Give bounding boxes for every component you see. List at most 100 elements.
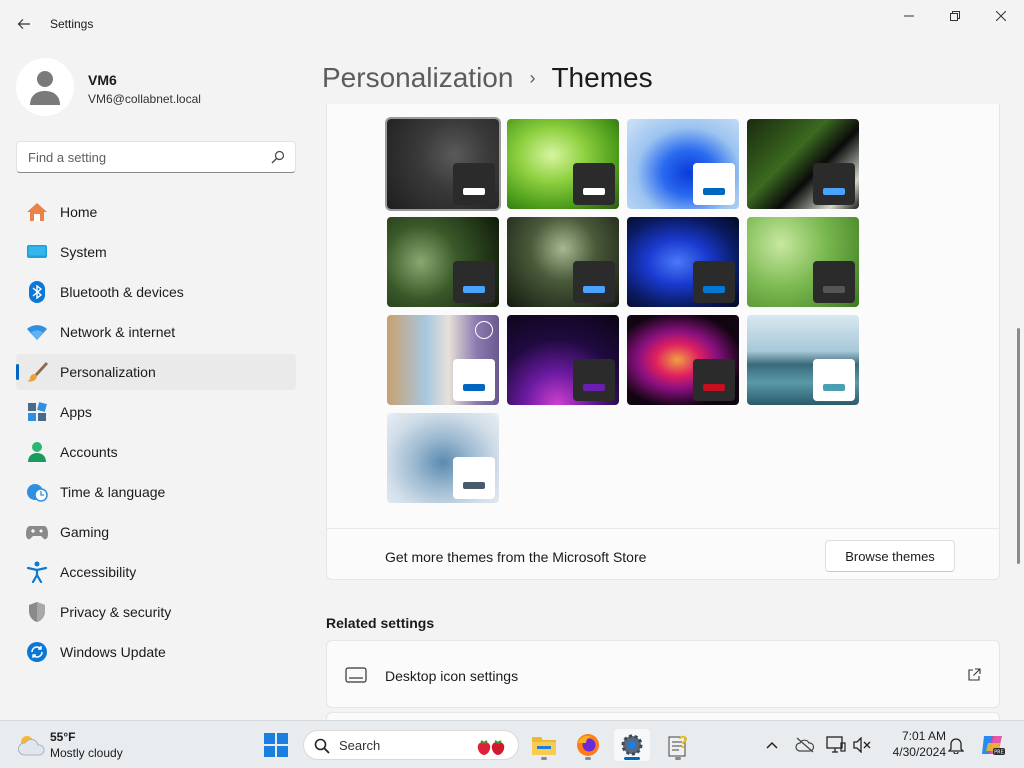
theme-tile-green-dark-curve[interactable] xyxy=(747,119,859,209)
sidebar-item-time-language[interactable]: Time & language xyxy=(16,474,296,510)
sidebar-item-bluetooth[interactable]: Bluetooth & devices xyxy=(16,274,296,310)
theme-preview-badge xyxy=(573,261,615,303)
accessibility-icon xyxy=(26,561,48,583)
title-bar: Settings xyxy=(0,0,1024,48)
sidebar-item-system[interactable]: System xyxy=(16,234,296,270)
sidebar-item-apps[interactable]: Apps xyxy=(16,394,296,430)
theme-tile-captured-motion[interactable] xyxy=(627,315,739,405)
sidebar-item-label: Bluetooth & devices xyxy=(60,284,184,300)
wifi-icon xyxy=(26,321,48,343)
restore-icon xyxy=(950,11,960,21)
taskbar-tips[interactable] xyxy=(660,729,696,761)
sidebar-item-network[interactable]: Network & internet xyxy=(16,314,296,350)
gamepad-icon xyxy=(26,521,48,543)
breadcrumb-parent[interactable]: Personalization xyxy=(322,62,513,94)
running-indicator xyxy=(624,757,640,760)
restore-button[interactable] xyxy=(932,0,978,32)
firefox-icon xyxy=(577,734,599,756)
theme-preview-badge xyxy=(813,261,855,303)
onedrive-tray[interactable] xyxy=(795,735,815,755)
strawberry-icon xyxy=(477,740,505,755)
theme-tile-sunrise-lake[interactable] xyxy=(747,315,859,405)
theme-tile-green-rays[interactable] xyxy=(507,119,619,209)
minimize-icon xyxy=(904,15,914,17)
taskbar-clock[interactable]: 7:01 AM 4/30/2024 xyxy=(880,729,946,759)
sidebar-item-label: Apps xyxy=(60,404,92,420)
taskbar-firefox[interactable] xyxy=(570,729,606,761)
sidebar-item-label: Privacy & security xyxy=(60,604,172,620)
browse-themes-button[interactable]: Browse themes xyxy=(825,540,955,572)
notifications-button[interactable] xyxy=(946,735,966,755)
taskbar-search[interactable]: Search xyxy=(303,730,519,760)
start-button[interactable] xyxy=(258,729,294,761)
app-title: Settings xyxy=(50,17,94,31)
clock-date: 4/30/2024 xyxy=(892,745,946,759)
back-button[interactable] xyxy=(8,8,40,40)
theme-preview-badge xyxy=(573,359,615,401)
accent-bar xyxy=(703,286,725,293)
theme-tile-flow[interactable] xyxy=(387,413,499,503)
external-link-icon xyxy=(968,668,981,681)
vertical-scrollbar[interactable] xyxy=(1017,328,1020,564)
copilot-button[interactable]: PRE xyxy=(980,732,1006,758)
theme-tile-dark-gray[interactable] xyxy=(385,117,501,211)
settings-search-box xyxy=(16,141,296,173)
update-icon xyxy=(26,641,48,663)
show-hidden-icons-button[interactable] xyxy=(762,735,782,755)
sidebar-item-windows-update[interactable]: Windows Update xyxy=(16,634,296,670)
system-icon xyxy=(26,241,48,263)
theme-tile-glow[interactable] xyxy=(507,315,619,405)
theme-tile-windows-bloom-dark[interactable] xyxy=(627,217,739,307)
shield-icon xyxy=(26,601,48,623)
page-title: Themes xyxy=(551,62,653,93)
theme-tile-green-light[interactable] xyxy=(747,217,859,307)
accent-bar xyxy=(583,384,605,391)
close-button[interactable] xyxy=(978,0,1024,32)
minimize-button[interactable] xyxy=(886,0,932,32)
store-text: Get more themes from the Microsoft Store xyxy=(385,549,647,565)
search-input[interactable] xyxy=(17,142,267,172)
sidebar-item-gaming[interactable]: Gaming xyxy=(16,514,296,550)
taskbar-file-explorer[interactable] xyxy=(526,729,562,761)
accent-bar xyxy=(823,286,845,293)
theme-tile-forest-dark-2[interactable] xyxy=(507,217,619,307)
sidebar-item-label: Network & internet xyxy=(60,324,176,340)
home-icon xyxy=(26,201,48,223)
theme-tile-forest-dark-1[interactable] xyxy=(387,217,499,307)
user-profile[interactable]: VM6 VM6@collabnet.local xyxy=(16,58,296,118)
theme-preview-badge xyxy=(453,261,495,303)
theme-preview-badge xyxy=(453,359,495,401)
paintbrush-icon xyxy=(26,361,48,383)
running-indicator xyxy=(585,757,591,760)
accent-bar xyxy=(703,384,725,391)
theme-tile-windows-bloom-light[interactable] xyxy=(627,119,739,209)
accounts-icon xyxy=(26,441,48,463)
related-item-label: Desktop icon settings xyxy=(385,668,519,684)
search-icon xyxy=(314,738,330,754)
sidebar-item-personalization[interactable]: Personalization xyxy=(16,354,296,390)
taskbar-settings[interactable] xyxy=(614,729,650,761)
clock-globe-icon xyxy=(26,481,48,503)
help-document-icon xyxy=(668,735,688,757)
desktop-icon-settings-row[interactable]: Desktop icon settings xyxy=(326,640,1000,708)
network-tray[interactable] xyxy=(826,735,846,755)
search-icon[interactable] xyxy=(271,150,285,164)
sidebar-item-accounts[interactable]: Accounts xyxy=(16,434,296,470)
sidebar-item-label: Accounts xyxy=(60,444,118,460)
theme-preview-badge xyxy=(453,163,495,205)
accent-bar xyxy=(463,384,485,391)
accent-bar xyxy=(823,384,845,391)
weather-widget[interactable]: 55°F Mostly cloudy xyxy=(16,729,166,761)
speaker-muted-icon xyxy=(853,737,871,753)
sidebar-item-home[interactable]: Home xyxy=(16,194,296,230)
accent-bar xyxy=(463,188,485,195)
volume-tray[interactable] xyxy=(852,735,872,755)
sidebar-item-accessibility[interactable]: Accessibility xyxy=(16,554,296,590)
windows-logo-icon xyxy=(264,733,288,757)
taskbar: 55°F Mostly cloudy Search 7:01 AM 4/30/2… xyxy=(0,720,1024,768)
sidebar-item-privacy[interactable]: Privacy & security xyxy=(16,594,296,630)
sidebar-nav: Home System Bluetooth & devices Network … xyxy=(16,194,296,674)
profile-name: VM6 xyxy=(88,72,117,88)
close-icon xyxy=(996,11,1006,21)
theme-tile-spotlight[interactable] xyxy=(387,315,499,405)
